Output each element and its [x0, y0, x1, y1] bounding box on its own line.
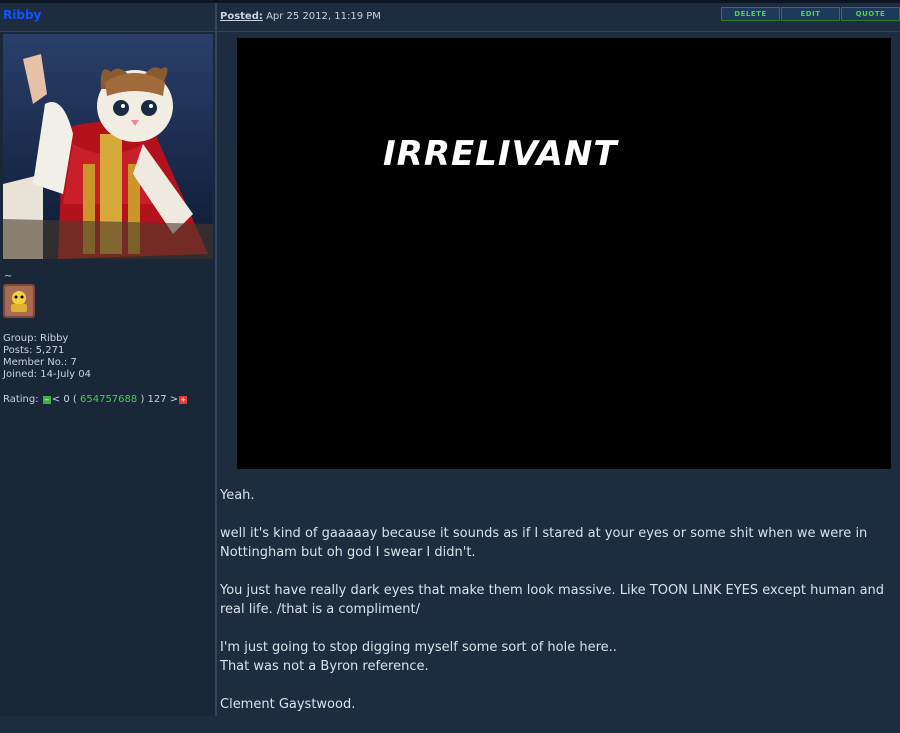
avatar: [3, 34, 213, 259]
post-line: That was not a Byron reference.: [220, 659, 429, 674]
post-paragraph: Clement Gaystwood.: [220, 697, 356, 712]
forum-post: Ribby Posted: Apr 25 2012, 11:19 PM DELE…: [0, 0, 900, 716]
rating-value: 654757688: [80, 394, 138, 405]
edit-button[interactable]: EDIT: [781, 7, 840, 21]
post-image-text: IRRELIVANT: [383, 134, 618, 174]
post-paragraph: You just have really dark eyes that make…: [220, 583, 885, 617]
post-header: Posted: Apr 25 2012, 11:19 PM DELETE EDI…: [217, 3, 900, 32]
rating-row: Rating: − < 0 ( 654757688 ) 127 > +: [3, 394, 188, 405]
rating-suffix: ) 127 >: [140, 394, 179, 405]
quote-button[interactable]: QUOTE: [841, 7, 900, 21]
signature-tilde: ~: [4, 271, 13, 282]
post-image: IRRELIVANT: [237, 38, 891, 469]
rank-icon: [3, 284, 35, 318]
author-joined: Joined: 14-July 04: [3, 369, 92, 380]
author-group: Group: Ribby: [3, 333, 69, 344]
posted-label: Posted:: [220, 11, 263, 22]
author-posts: Posts: 5,271: [3, 345, 65, 356]
post-line: I'm just going to stop digging myself so…: [220, 640, 617, 655]
rate-down-icon[interactable]: −: [42, 395, 51, 404]
author-name-link[interactable]: Ribby: [3, 8, 41, 22]
rate-up-icon[interactable]: +: [179, 395, 188, 404]
post-paragraph: Yeah.: [220, 488, 255, 503]
delete-button[interactable]: DELETE: [721, 7, 780, 21]
posted-info: Posted: Apr 25 2012, 11:19 PM: [220, 11, 381, 22]
rating-label: Rating:: [3, 394, 39, 405]
post-actions: DELETE EDIT QUOTE: [720, 7, 900, 21]
author-member-no: Member No.: 7: [3, 357, 77, 368]
posted-date: Apr 25 2012, 11:19 PM: [266, 11, 381, 22]
post-paragraph: well it's kind of gaaaaay because it sou…: [220, 526, 868, 560]
rating-prefix: < 0 (: [51, 394, 77, 405]
post-paragraph: I'm just going to stop digging myself so…: [220, 638, 896, 676]
post-body: Yeah. well it's kind of gaaaaay because …: [220, 486, 896, 733]
author-info: Group: Ribby Posts: 5,271 Member No.: 7 …: [3, 333, 91, 381]
